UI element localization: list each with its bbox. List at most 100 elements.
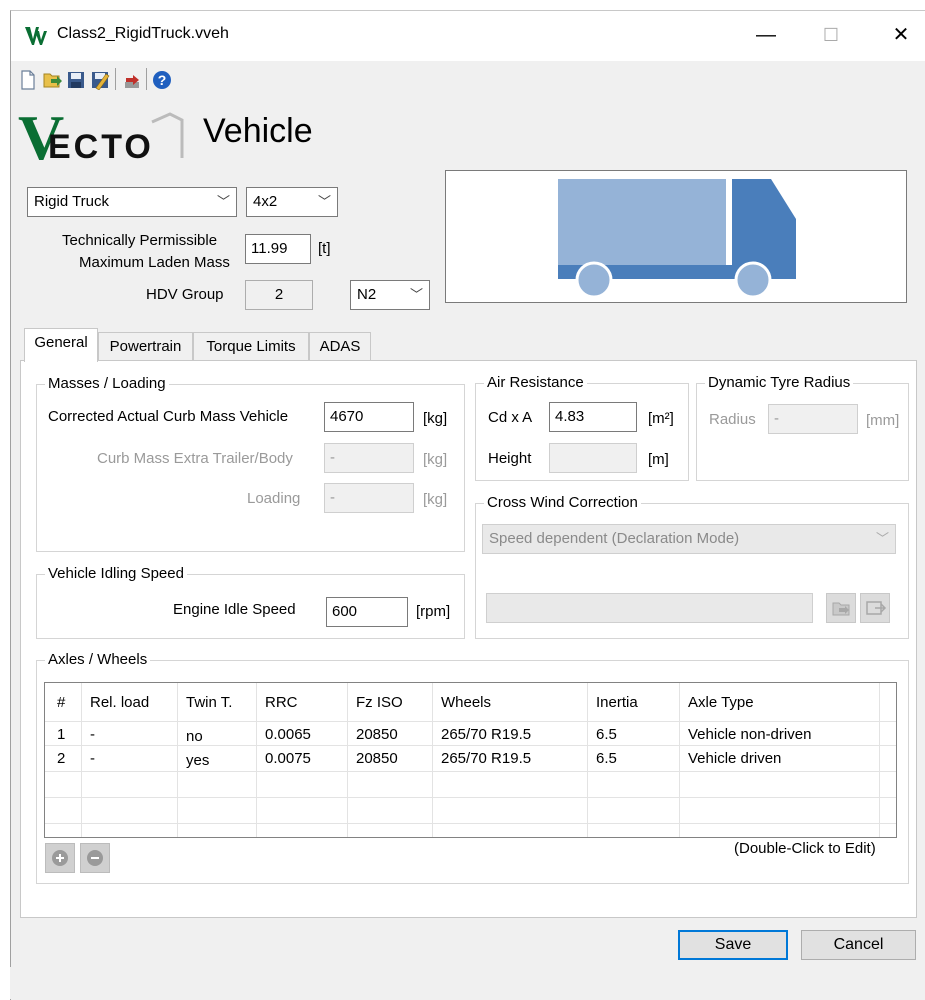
air-resistance-group-title: Air Resistance [484, 374, 587, 391]
title-bar: Class2_RigidTruck.vveh — ☐ ✕ [11, 11, 925, 61]
column-header[interactable]: RRC [265, 694, 298, 711]
table-cell: 20850 [356, 726, 398, 743]
extra-mass-unit: [kg] [423, 451, 448, 468]
tpmlm-label-line1: Technically Permissible [62, 232, 218, 249]
loading-input[interactable]: - [324, 483, 414, 513]
idling-group-title: Vehicle Idling Speed [45, 565, 187, 582]
tab-general[interactable]: General [24, 328, 98, 362]
axles-table[interactable]: # Rel. load Twin T. RRC Fz ISO Wheels In… [44, 682, 897, 838]
cda-unit: [m²] [648, 410, 674, 427]
save-button[interactable]: Save [678, 930, 788, 960]
toolbar [11, 61, 925, 111]
open-file-icon[interactable] [42, 70, 62, 90]
table-cell: yes [186, 752, 210, 769]
window-title: Class2_RigidTruck.vveh [57, 25, 229, 42]
curb-mass-unit: [kg] [423, 410, 448, 427]
cancel-button[interactable]: Cancel [801, 930, 916, 960]
browse-file-button[interactable] [826, 593, 856, 623]
toolbar-separator [115, 68, 116, 90]
minus-circle-icon [87, 850, 103, 866]
height-unit: [m] [648, 451, 669, 468]
double-click-hint: (Double-Click to Edit) [734, 840, 876, 857]
tpmlm-input[interactable]: 11.99 [245, 234, 311, 264]
table-cell: 265/70 R19.5 [441, 750, 532, 767]
toolbar-separator [146, 68, 147, 90]
logo-swoosh-icon [151, 112, 184, 158]
save-as-icon[interactable] [90, 70, 110, 90]
loading-label: Loading [247, 490, 301, 507]
crosswind-mode-select[interactable]: Speed dependent (Declaration Mode) ﹀ [482, 524, 896, 554]
open-folder-icon [832, 602, 850, 616]
table-cell: 6.5 [596, 750, 617, 767]
column-header[interactable]: Twin T. [186, 694, 232, 711]
tab-adas[interactable]: ADAS [309, 332, 371, 360]
curb-mass-label: Corrected Actual Curb Mass Vehicle [48, 408, 289, 425]
axle-config-value: 4x2 [253, 193, 278, 210]
height-label: Height [488, 450, 532, 467]
curb-mass-input[interactable]: 4670 [324, 402, 414, 432]
chevron-down-icon: ﹀ [317, 194, 331, 209]
app-logo-icon [25, 27, 47, 45]
table-cell: - [90, 750, 95, 767]
height-input[interactable] [549, 443, 637, 473]
masses-group-title: Masses / Loading [45, 375, 169, 392]
new-file-icon[interactable] [18, 70, 38, 90]
crosswind-file-input[interactable] [486, 593, 813, 623]
table-cell: 1 [57, 726, 66, 743]
status-bar [10, 967, 925, 999]
open-file-editor-button[interactable] [860, 593, 890, 623]
table-cell: no [186, 728, 203, 745]
crosswind-mode-value: Speed dependent (Declaration Mode) [489, 530, 740, 547]
close-button[interactable]: ✕ [881, 19, 921, 51]
cda-input[interactable]: 4.83 [549, 402, 637, 432]
table-cell: Vehicle non-driven [688, 726, 812, 743]
plus-circle-icon [52, 850, 68, 866]
rigid-truck-icon [558, 179, 796, 299]
table-cell: 20850 [356, 750, 398, 767]
tyre-radius-group-title: Dynamic Tyre Radius [705, 374, 854, 391]
minimize-button[interactable]: — [746, 19, 786, 51]
column-header[interactable]: Rel. load [90, 694, 149, 711]
table-cell: 2 [57, 750, 66, 767]
remove-axle-button[interactable] [80, 843, 110, 873]
help-icon[interactable]: ? [152, 70, 172, 90]
idle-speed-label: Engine Idle Speed [173, 601, 296, 618]
table-cell: Vehicle driven [688, 750, 782, 767]
idle-speed-input[interactable]: 600 [326, 597, 408, 627]
axle-config-select[interactable]: 4x2 ﹀ [246, 187, 338, 217]
maximize-button[interactable]: ☐ [811, 19, 851, 51]
table-cell: 265/70 R19.5 [441, 726, 532, 743]
vehicle-class-value: N2 [357, 286, 377, 303]
radius-input[interactable]: - [768, 404, 858, 434]
tab-powertrain[interactable]: Powertrain [98, 332, 193, 360]
radius-label: Radius [709, 411, 756, 428]
add-axle-button[interactable] [45, 843, 75, 873]
column-header[interactable]: Wheels [441, 694, 491, 711]
column-header[interactable]: # [57, 694, 65, 711]
extra-mass-input[interactable]: - [324, 443, 414, 473]
vehicle-category-select[interactable]: Rigid Truck ﹀ [27, 187, 237, 217]
save-icon[interactable] [66, 70, 86, 90]
hdv-group-label: HDV Group [146, 286, 224, 303]
chevron-down-icon: ﹀ [409, 287, 423, 302]
tpmlm-unit: [t] [318, 240, 331, 257]
table-cell: - [90, 726, 95, 743]
vehicle-image [445, 170, 907, 303]
tpmlm-label-line2: Maximum Laden Mass [79, 254, 230, 271]
chevron-down-icon: ﹀ [875, 531, 889, 546]
column-header[interactable]: Axle Type [688, 694, 754, 711]
table-cell: 6.5 [596, 726, 617, 743]
crosswind-group-title: Cross Wind Correction [484, 494, 641, 511]
column-header[interactable]: Fz ISO [356, 694, 403, 711]
table-cell: 0.0075 [265, 750, 311, 767]
page-title: Vehicle [203, 112, 313, 150]
vehicle-class-select[interactable]: N2 ﹀ [350, 280, 430, 310]
tab-torque-limits[interactable]: Torque Limits [193, 332, 309, 360]
send-to-job-icon[interactable] [122, 70, 142, 90]
vehicle-category-value: Rigid Truck [34, 193, 110, 210]
column-header[interactable]: Inertia [596, 694, 638, 711]
vecto-logo-text: ECTO [48, 128, 154, 166]
cda-label: Cd x A [488, 409, 533, 426]
chevron-down-icon: ﹀ [216, 194, 230, 209]
axles-group-title: Axles / Wheels [45, 651, 151, 668]
